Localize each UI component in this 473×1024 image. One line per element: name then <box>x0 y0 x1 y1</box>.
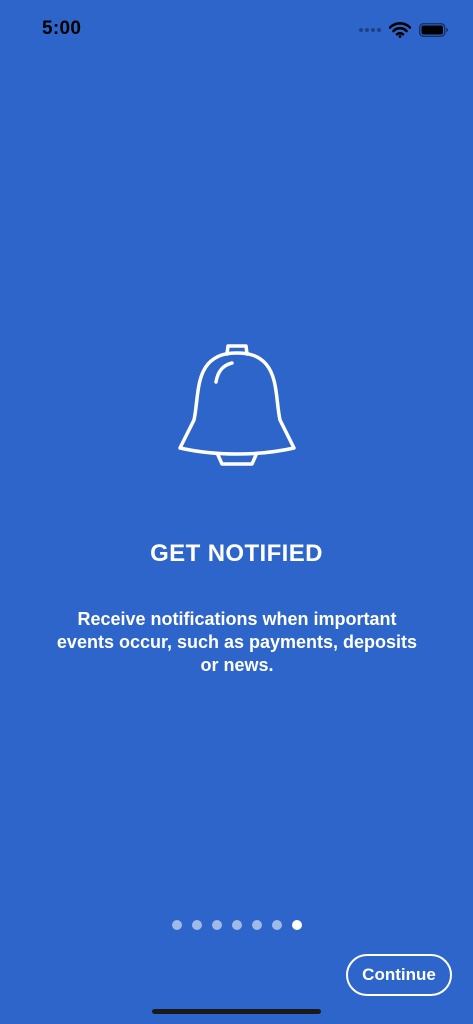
page-dot[interactable] <box>271 920 282 930</box>
home-indicator[interactable] <box>152 1009 321 1014</box>
battery-icon <box>419 23 448 37</box>
page-dot-active[interactable] <box>291 920 302 930</box>
page-dot[interactable] <box>231 920 242 930</box>
wifi-icon <box>389 22 411 38</box>
page-dot[interactable] <box>171 920 182 930</box>
status-bar: 5:00 <box>0 0 473 60</box>
continue-button[interactable]: Continue <box>346 954 452 996</box>
bell-icon <box>178 344 296 466</box>
page-dot[interactable] <box>211 920 222 930</box>
page-dot[interactable] <box>251 920 262 930</box>
page-description: Receive notifications when important eve… <box>56 609 418 675</box>
cellular-signal-icon <box>359 28 381 32</box>
page-title: GET NOTIFIED <box>150 540 323 567</box>
status-icons <box>359 19 449 41</box>
page-indicator[interactable] <box>0 920 473 930</box>
page-dot[interactable] <box>191 920 202 930</box>
status-time: 5:00 <box>42 18 82 39</box>
